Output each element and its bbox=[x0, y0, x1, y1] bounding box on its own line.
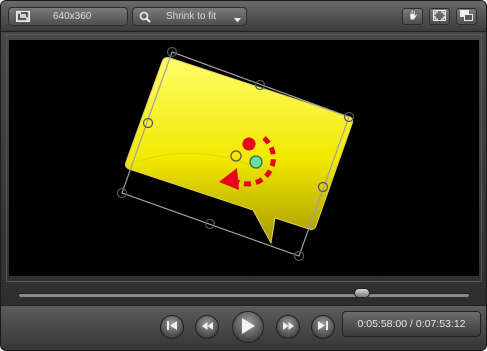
jump-to-start-button[interactable] bbox=[160, 315, 184, 339]
zoom-dropdown[interactable]: Shrink to fit bbox=[132, 7, 247, 26]
preview-window: 640x360 Shrink to fit 0:05:58:00 / 0:07:… bbox=[0, 0, 487, 351]
preview-toolbar: 640x360 Shrink to fit bbox=[1, 1, 486, 32]
jump-to-end-icon bbox=[318, 321, 328, 333]
zoom-label: Shrink to fit bbox=[166, 11, 217, 22]
fast-forward-button[interactable] bbox=[276, 315, 300, 339]
pan-hand-button[interactable] bbox=[402, 8, 423, 25]
timeline-scrubber[interactable] bbox=[1, 283, 486, 305]
scrubber-track[interactable] bbox=[19, 293, 469, 297]
preview-canvas[interactable] bbox=[9, 40, 479, 276]
center-handle[interactable] bbox=[249, 155, 263, 169]
jump-to-start-icon bbox=[167, 321, 177, 333]
play-icon bbox=[241, 317, 255, 337]
play-button[interactable] bbox=[232, 311, 264, 343]
fullscreen-button[interactable] bbox=[429, 8, 450, 25]
rotate-handle bbox=[242, 137, 256, 151]
pan-hand-icon bbox=[407, 9, 419, 24]
chevron-down-icon bbox=[234, 14, 241, 23]
crop-icon bbox=[16, 11, 30, 22]
jump-to-end-button[interactable] bbox=[311, 315, 335, 339]
callout-shape[interactable] bbox=[124, 57, 354, 245]
time-display: 0:05:58:00 / 0:07:53:12 bbox=[342, 311, 481, 337]
dimensions-label: 640x360 bbox=[53, 11, 92, 22]
fast-forward-icon bbox=[282, 321, 294, 333]
detach-window-button[interactable] bbox=[456, 8, 477, 25]
time-display-text: 0:05:58:00 / 0:07:53:12 bbox=[357, 318, 466, 330]
rewind-button[interactable] bbox=[195, 315, 219, 339]
fullscreen-icon bbox=[433, 9, 446, 24]
scrubber-thumb[interactable] bbox=[354, 288, 370, 298]
search-icon bbox=[139, 11, 151, 23]
detach-window-icon bbox=[460, 9, 473, 24]
rewind-icon bbox=[201, 321, 213, 333]
dimensions-button[interactable]: 640x360 bbox=[8, 7, 128, 26]
